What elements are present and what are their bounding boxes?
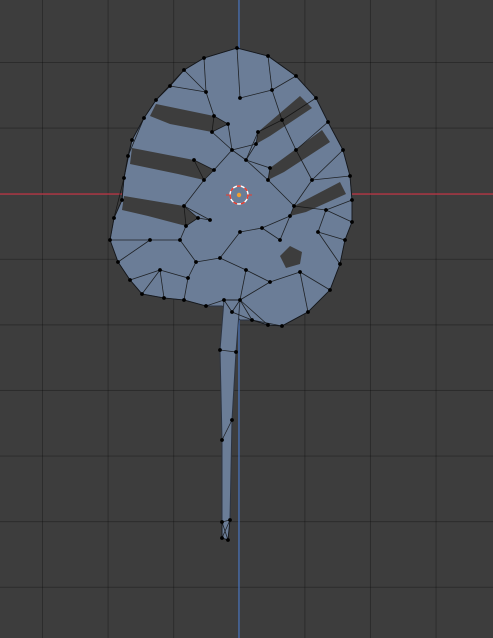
mesh-vertex[interactable] xyxy=(266,323,270,327)
mesh-vertex[interactable] xyxy=(204,90,208,94)
mesh-vertex[interactable] xyxy=(254,142,258,146)
object-origin-dot xyxy=(236,192,242,198)
mesh-vertex[interactable] xyxy=(280,324,284,328)
mesh-vertex[interactable] xyxy=(268,280,272,284)
leaf-blade[interactable] xyxy=(109,47,353,327)
mesh-vertex[interactable] xyxy=(306,310,310,314)
mesh-vertex[interactable] xyxy=(158,268,162,272)
mesh-vertex[interactable] xyxy=(230,148,234,152)
mesh-vertex[interactable] xyxy=(130,138,134,142)
mesh-vertex[interactable] xyxy=(220,520,224,524)
mesh-vertex[interactable] xyxy=(184,224,188,228)
mesh-vertex[interactable] xyxy=(244,158,248,162)
mesh-vertex[interactable] xyxy=(126,154,130,158)
mesh-vertex[interactable] xyxy=(226,538,230,542)
mesh-vertex[interactable] xyxy=(218,348,222,352)
mesh-vertex[interactable] xyxy=(108,238,112,242)
mesh-vertex[interactable] xyxy=(220,536,224,540)
mesh-vertex[interactable] xyxy=(350,220,354,224)
mesh-vertex[interactable] xyxy=(266,178,270,182)
mesh-vertex[interactable] xyxy=(324,208,328,212)
viewport-scene[interactable] xyxy=(0,0,493,638)
mesh-vertex[interactable] xyxy=(316,230,320,234)
mesh-vertex[interactable] xyxy=(326,120,330,124)
mesh-vertex[interactable] xyxy=(226,122,230,126)
mesh-vertex[interactable] xyxy=(260,226,264,230)
mesh-vertex[interactable] xyxy=(314,96,318,100)
mesh-vertex[interactable] xyxy=(178,238,182,242)
mesh-vertex[interactable] xyxy=(186,276,190,280)
mesh-vertex[interactable] xyxy=(250,318,254,322)
mesh-vertex[interactable] xyxy=(238,230,242,234)
mesh-vertex[interactable] xyxy=(328,288,332,292)
mesh-vertex[interactable] xyxy=(294,74,298,78)
mesh-vertex[interactable] xyxy=(238,96,242,100)
mesh-vertex[interactable] xyxy=(288,214,292,218)
mesh-vertex[interactable] xyxy=(162,296,166,300)
mesh-vertex[interactable] xyxy=(298,270,302,274)
mesh-vertex[interactable] xyxy=(222,298,226,302)
mesh-vertex[interactable] xyxy=(270,88,274,92)
mesh-vertex[interactable] xyxy=(244,268,248,272)
mesh-vertex[interactable] xyxy=(338,262,342,266)
mesh-vertex[interactable] xyxy=(280,118,284,122)
mesh-vertex[interactable] xyxy=(230,310,234,314)
mesh-vertex[interactable] xyxy=(238,298,242,302)
mesh-vertex[interactable] xyxy=(122,176,126,180)
mesh-vertex[interactable] xyxy=(154,98,158,102)
leaf-mesh[interactable] xyxy=(109,47,353,541)
mesh-vertex[interactable] xyxy=(202,56,206,60)
mesh-vertex[interactable] xyxy=(266,54,270,58)
mesh-vertex[interactable] xyxy=(294,148,298,152)
mesh-vertex[interactable] xyxy=(256,130,260,134)
mesh-vertex[interactable] xyxy=(341,148,345,152)
mesh-vertex[interactable] xyxy=(234,350,238,354)
mesh-vertex[interactable] xyxy=(182,68,186,72)
mesh-vertex[interactable] xyxy=(212,168,216,172)
mesh-vertex[interactable] xyxy=(140,292,144,296)
mesh-vertex[interactable] xyxy=(235,46,239,50)
mesh-vertex[interactable] xyxy=(196,216,200,220)
mesh-vertex[interactable] xyxy=(142,116,146,120)
mesh-vertex[interactable] xyxy=(212,114,216,118)
mesh-vertex[interactable] xyxy=(228,518,232,522)
mesh-vertex[interactable] xyxy=(350,198,354,202)
mesh-vertex[interactable] xyxy=(182,204,186,208)
mesh-vertex[interactable] xyxy=(182,298,186,302)
mesh-vertex[interactable] xyxy=(112,216,116,220)
mesh-vertex[interactable] xyxy=(208,218,212,222)
mesh-vertex[interactable] xyxy=(194,260,198,264)
mesh-vertex[interactable] xyxy=(348,174,352,178)
mesh-vertex[interactable] xyxy=(116,260,120,264)
mesh-vertex[interactable] xyxy=(278,238,282,242)
mesh-vertex[interactable] xyxy=(210,130,214,134)
mesh-vertex[interactable] xyxy=(230,418,234,422)
mesh-vertex[interactable] xyxy=(218,256,222,260)
mesh-vertex[interactable] xyxy=(292,204,296,208)
3d-viewport[interactable] xyxy=(0,0,493,638)
mesh-vertex[interactable] xyxy=(204,304,208,308)
mesh-vertex[interactable] xyxy=(192,158,196,162)
mesh-vertex[interactable] xyxy=(120,198,124,202)
mesh-vertex[interactable] xyxy=(148,238,152,242)
mesh-vertex[interactable] xyxy=(128,278,132,282)
mesh-vertex[interactable] xyxy=(220,438,224,442)
mesh-vertex[interactable] xyxy=(310,178,314,182)
mesh-vertex[interactable] xyxy=(202,178,206,182)
mesh-vertex[interactable] xyxy=(343,238,347,242)
mesh-vertex[interactable] xyxy=(268,166,272,170)
mesh-vertex[interactable] xyxy=(168,84,172,88)
leaf-stem[interactable] xyxy=(219,299,241,541)
